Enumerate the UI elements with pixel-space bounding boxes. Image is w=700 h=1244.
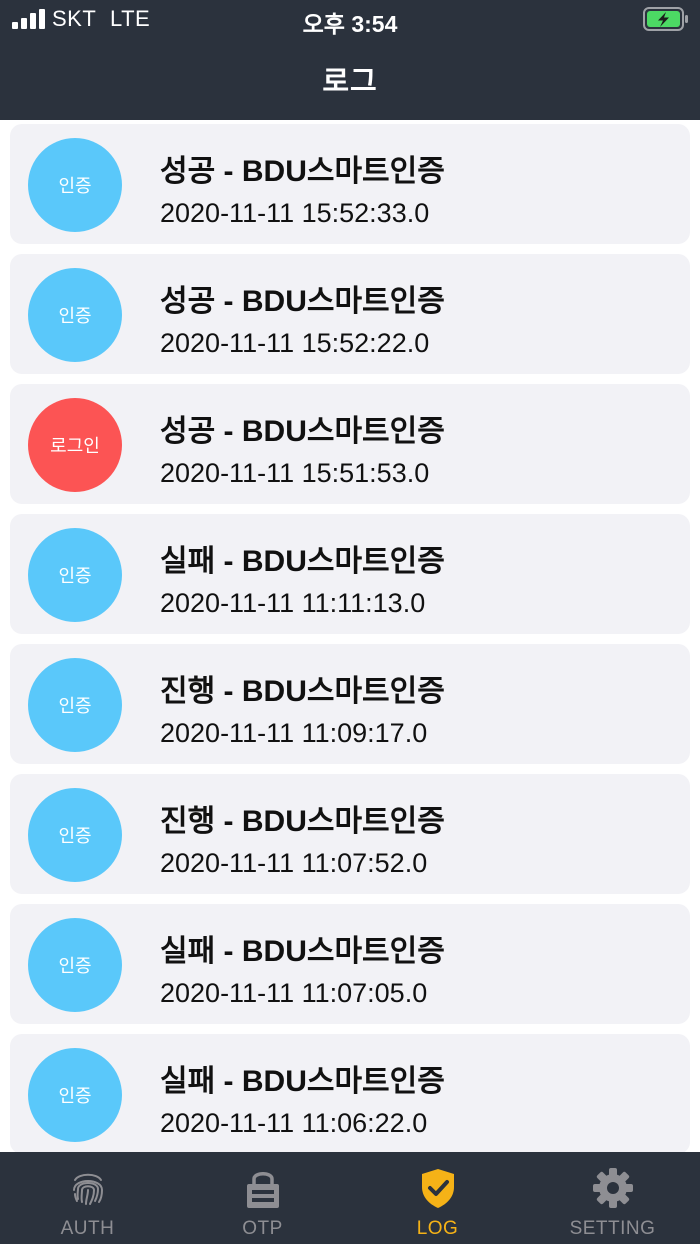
- log-entry-title: 실패 - BDU스마트인증: [160, 935, 445, 968]
- log-entry[interactable]: 인증 진행 - BDU스마트인증 2020-11-11 11:09:17.0: [10, 644, 690, 764]
- log-entry-title: 성공 - BDU스마트인증: [160, 415, 445, 448]
- tab-otp[interactable]: OTP: [175, 1152, 350, 1244]
- log-entry-timestamp: 2020-11-11 15:52:22.0: [160, 328, 430, 358]
- log-entry-title: 진행 - BDU스마트인증: [160, 675, 445, 708]
- log-entry-timestamp: 2020-11-11 11:11:13.0: [160, 588, 426, 618]
- log-entry[interactable]: 인증 실패 - BDU스마트인증 2020-11-11 11:07:05.0: [10, 904, 690, 1024]
- top-bar: SKT LTE 오후 3:54 로그: [0, 0, 700, 120]
- tab-otp-label: OTP: [242, 1218, 283, 1239]
- log-entry-title: 성공 - BDU스마트인증: [160, 285, 445, 318]
- log-type-badge: 인증: [28, 788, 122, 882]
- tab-auth-label: AUTH: [60, 1218, 115, 1239]
- fingerprint-icon: [73, 1173, 104, 1205]
- log-entry[interactable]: 인증 실패 - BDU스마트인증 2020-11-11 11:11:13.0: [10, 514, 690, 634]
- log-entry[interactable]: 인증 실패 - BDU스마트인증 2020-11-11 11:06:22.0: [10, 1034, 690, 1152]
- log-type-badge: 인증: [28, 138, 122, 232]
- log-entry-timestamp: 2020-11-11 15:52:33.0: [160, 198, 430, 228]
- tab-auth[interactable]: AUTH: [0, 1152, 175, 1244]
- tab-log-label: LOG: [416, 1218, 459, 1239]
- log-entry[interactable]: 로그인 성공 - BDU스마트인증 2020-11-11 15:51:53.0: [10, 384, 690, 504]
- log-type-badge: 로그인: [28, 398, 122, 492]
- log-entry-title: 실패 - BDU스마트인증: [160, 1065, 445, 1098]
- log-entry[interactable]: 인증 성공 - BDU스마트인증 2020-11-11 15:52:33.0: [10, 124, 690, 244]
- log-type-badge: 인증: [28, 658, 122, 752]
- log-entry-timestamp: 2020-11-11 11:07:52.0: [160, 848, 428, 878]
- log-entry[interactable]: 인증 진행 - BDU스마트인증 2020-11-11 11:07:52.0: [10, 774, 690, 894]
- tab-log[interactable]: LOG: [350, 1152, 525, 1244]
- gear-icon: [593, 1168, 633, 1208]
- battery-charging-icon: [643, 7, 688, 31]
- shield-check-icon: [422, 1169, 454, 1208]
- lock-icon: [247, 1172, 279, 1208]
- log-entry-title: 성공 - BDU스마트인증: [160, 155, 445, 188]
- page-title: 로그: [322, 66, 378, 98]
- log-entry-timestamp: 2020-11-11 11:07:05.0: [160, 978, 428, 1008]
- log-type-badge: 인증: [28, 528, 122, 622]
- status-time: 오후 3:54: [302, 11, 398, 37]
- log-entry-timestamp: 2020-11-11 11:06:22.0: [160, 1108, 428, 1138]
- log-entry-title: 진행 - BDU스마트인증: [160, 805, 445, 838]
- log-entry[interactable]: 인증 성공 - BDU스마트인증 2020-11-11 15:52:22.0: [10, 254, 690, 374]
- tab-setting-label: SETTING: [569, 1218, 656, 1239]
- tab-setting[interactable]: SETTING: [525, 1152, 700, 1244]
- tab-bar: AUTH OTP LOG SETTING: [0, 1152, 700, 1244]
- log-list[interactable]: 인증 성공 - BDU스마트인증 2020-11-11 15:52:33.0 인증 성공…: [0, 124, 700, 1152]
- log-type-badge: 인증: [28, 268, 122, 362]
- log-type-badge: 인증: [28, 1048, 122, 1142]
- log-type-badge: 인증: [28, 918, 122, 1012]
- status-bar: SKT LTE 오후 3:54: [0, 0, 700, 40]
- log-entry-timestamp: 2020-11-11 11:09:17.0: [160, 718, 428, 748]
- log-entry-title: 실패 - BDU스마트인증: [160, 545, 445, 578]
- log-entry-timestamp: 2020-11-11 15:51:53.0: [160, 458, 430, 488]
